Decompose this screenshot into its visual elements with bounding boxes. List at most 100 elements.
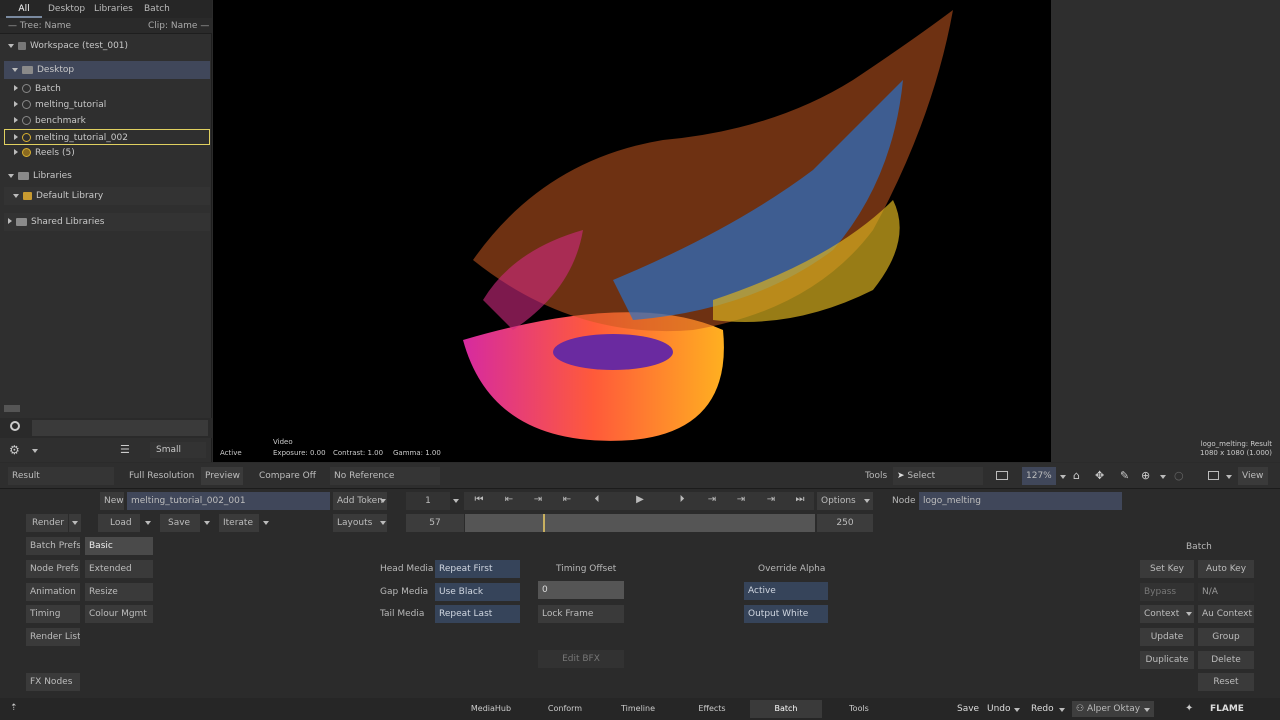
tab-all[interactable]: All (6, 0, 42, 18)
size-select[interactable]: Small (150, 442, 206, 458)
tree-item-benchmark[interactable]: benchmark (14, 113, 86, 129)
auto-key-button[interactable]: Auto Key (1198, 560, 1254, 578)
zoom-lens-icon[interactable]: ○ (1174, 469, 1184, 482)
full-resolution-button[interactable]: Full Resolution (125, 467, 195, 485)
iterate-button[interactable]: Iterate (219, 514, 259, 532)
nav-timeline[interactable]: Timeline (610, 700, 666, 718)
viewer-exposure[interactable]: Exposure: 0.00 (273, 449, 326, 457)
menu-extended[interactable]: Extended (85, 560, 153, 578)
menu-resize[interactable]: Resize (85, 583, 153, 601)
prev-key-icon[interactable]: ⇤ (502, 494, 516, 506)
batch-name-field[interactable]: melting_tutorial_002_001 (127, 492, 330, 510)
view-select[interactable]: View (1238, 467, 1268, 485)
frame-icon[interactable] (996, 471, 1008, 480)
go-to-end-icon[interactable]: ⏭ (793, 494, 807, 506)
au-context-button[interactable]: Au Context (1198, 605, 1254, 623)
playhead[interactable] (543, 514, 545, 532)
menu-timing[interactable]: Timing (26, 605, 80, 623)
next-out-icon[interactable]: ⇥ (705, 494, 719, 506)
viewer[interactable]: Active Video Exposure: 0.00 Contrast: 1.… (213, 0, 1051, 462)
fx-nodes-button[interactable]: FX Nodes (26, 673, 80, 691)
list-view-icon[interactable]: ☰ (120, 443, 130, 456)
nav-mediahub[interactable]: MediaHub (463, 700, 519, 718)
nav-effects[interactable]: Effects (684, 700, 740, 718)
tree-item-reels[interactable]: Reels (5) (14, 145, 75, 161)
menu-basic[interactable]: Basic (85, 537, 153, 555)
nav-tools[interactable]: Tools (831, 700, 887, 718)
search-icon[interactable] (10, 421, 20, 431)
play-icon[interactable]: ▶ (633, 494, 647, 506)
viewer-gamma[interactable]: Gamma: 1.00 (393, 449, 441, 457)
tree-shared-libraries[interactable]: Shared Libraries (4, 213, 210, 231)
step-back-icon[interactable]: ⏴ (590, 494, 604, 506)
tab-libraries[interactable]: Libraries (94, 0, 133, 18)
tree-default-library[interactable]: Default Library (4, 187, 210, 205)
duplicate-button[interactable]: Duplicate (1140, 651, 1194, 669)
node-field[interactable]: logo_melting (919, 492, 1122, 510)
tree-header-left[interactable]: — Tree: Name (8, 21, 71, 31)
layout-icon[interactable] (1208, 471, 1219, 480)
render-button[interactable]: Render (26, 514, 68, 532)
prev-mark-icon[interactable]: ⇥ (531, 494, 545, 506)
next-mark-icon[interactable]: ⇥ (734, 494, 748, 506)
set-key-button[interactable]: Set Key (1140, 560, 1194, 578)
undo-button[interactable]: Undo (987, 704, 1011, 714)
tail-media-select[interactable]: Repeat Last (435, 605, 520, 623)
reset-button[interactable]: Reset (1198, 673, 1254, 691)
timing-offset-field[interactable]: 0 (538, 581, 624, 599)
tab-desktop[interactable]: Desktop (48, 0, 85, 18)
edit-bfx-button[interactable]: Edit BFX (538, 650, 624, 668)
new-button[interactable]: New (100, 492, 124, 510)
pan-icon[interactable]: ✥ (1095, 469, 1104, 482)
menu-render-list[interactable]: Render List (26, 628, 80, 646)
search-input[interactable] (32, 420, 208, 436)
tree-workspace[interactable]: Workspace (test_001) (4, 38, 128, 54)
timeline-scrubber[interactable] (465, 514, 815, 532)
nav-conform[interactable]: Conform (537, 700, 593, 718)
result-select[interactable]: Result (8, 467, 114, 485)
tree-libraries[interactable]: Libraries (4, 168, 72, 184)
scroll-handle[interactable] (4, 405, 20, 412)
tree-item-melting-tutorial[interactable]: melting_tutorial (14, 97, 106, 113)
home-icon[interactable]: ⌂ (1073, 469, 1080, 482)
redo-button[interactable]: Redo (1031, 704, 1054, 714)
layouts-button[interactable]: Layouts (333, 514, 387, 532)
alpha-active-select[interactable]: Active (744, 582, 828, 600)
next-key-icon[interactable]: ⇥ (764, 494, 778, 506)
tree-item-melting-tutorial-002[interactable]: melting_tutorial_002 (4, 129, 210, 145)
menu-node-prefs[interactable]: Node Prefs (26, 560, 80, 578)
bypass-button[interactable]: Bypass (1140, 583, 1194, 601)
step-forward-icon[interactable]: ⏵ (675, 494, 689, 506)
reference-select[interactable]: No Reference (330, 467, 440, 485)
picker-icon[interactable]: ✎ (1120, 469, 1129, 482)
frame-field[interactable]: 1 (406, 492, 450, 510)
up-arrow-icon[interactable]: ⇡ (10, 703, 18, 713)
preview-button[interactable]: Preview (201, 467, 243, 485)
viewer-contrast[interactable]: Contrast: 1.00 (333, 449, 383, 457)
update-button[interactable]: Update (1140, 628, 1194, 646)
user-select[interactable]: ⚇ Alper Oktay (1072, 701, 1154, 717)
tree-header-right[interactable]: Clip: Name — (148, 21, 209, 31)
menu-colour-mgmt[interactable]: Colour Mgmt (85, 605, 153, 623)
menu-animation[interactable]: Animation (26, 583, 80, 601)
settings-icon[interactable]: ⚙ (9, 443, 20, 457)
footer-save-button[interactable]: Save (957, 704, 979, 714)
prev-in-icon[interactable]: ⇤ (560, 494, 574, 506)
group-button[interactable]: Group (1198, 628, 1254, 646)
compare-select[interactable]: Compare Off (255, 467, 325, 485)
tab-batch[interactable]: Batch (144, 0, 170, 18)
target-icon[interactable]: ⊕ (1141, 469, 1150, 482)
gap-media-select[interactable]: Use Black (435, 583, 520, 601)
head-media-select[interactable]: Repeat First (435, 560, 520, 578)
tree-desktop[interactable]: Desktop (4, 61, 210, 79)
go-to-start-icon[interactable]: ⏮ (472, 494, 486, 506)
end-frame-field[interactable]: 250 (817, 514, 873, 532)
tree-item-batch[interactable]: Batch (14, 81, 61, 97)
start-frame-field[interactable]: 57 (406, 514, 464, 532)
select-tool[interactable]: ➤ Select (893, 467, 983, 485)
save-button[interactable]: Save (160, 514, 200, 532)
nav-batch[interactable]: Batch (750, 700, 822, 718)
delete-button[interactable]: Delete (1198, 651, 1254, 669)
add-token-button[interactable]: Add Token (333, 492, 387, 510)
menu-batch-prefs[interactable]: Batch Prefs (26, 537, 80, 555)
